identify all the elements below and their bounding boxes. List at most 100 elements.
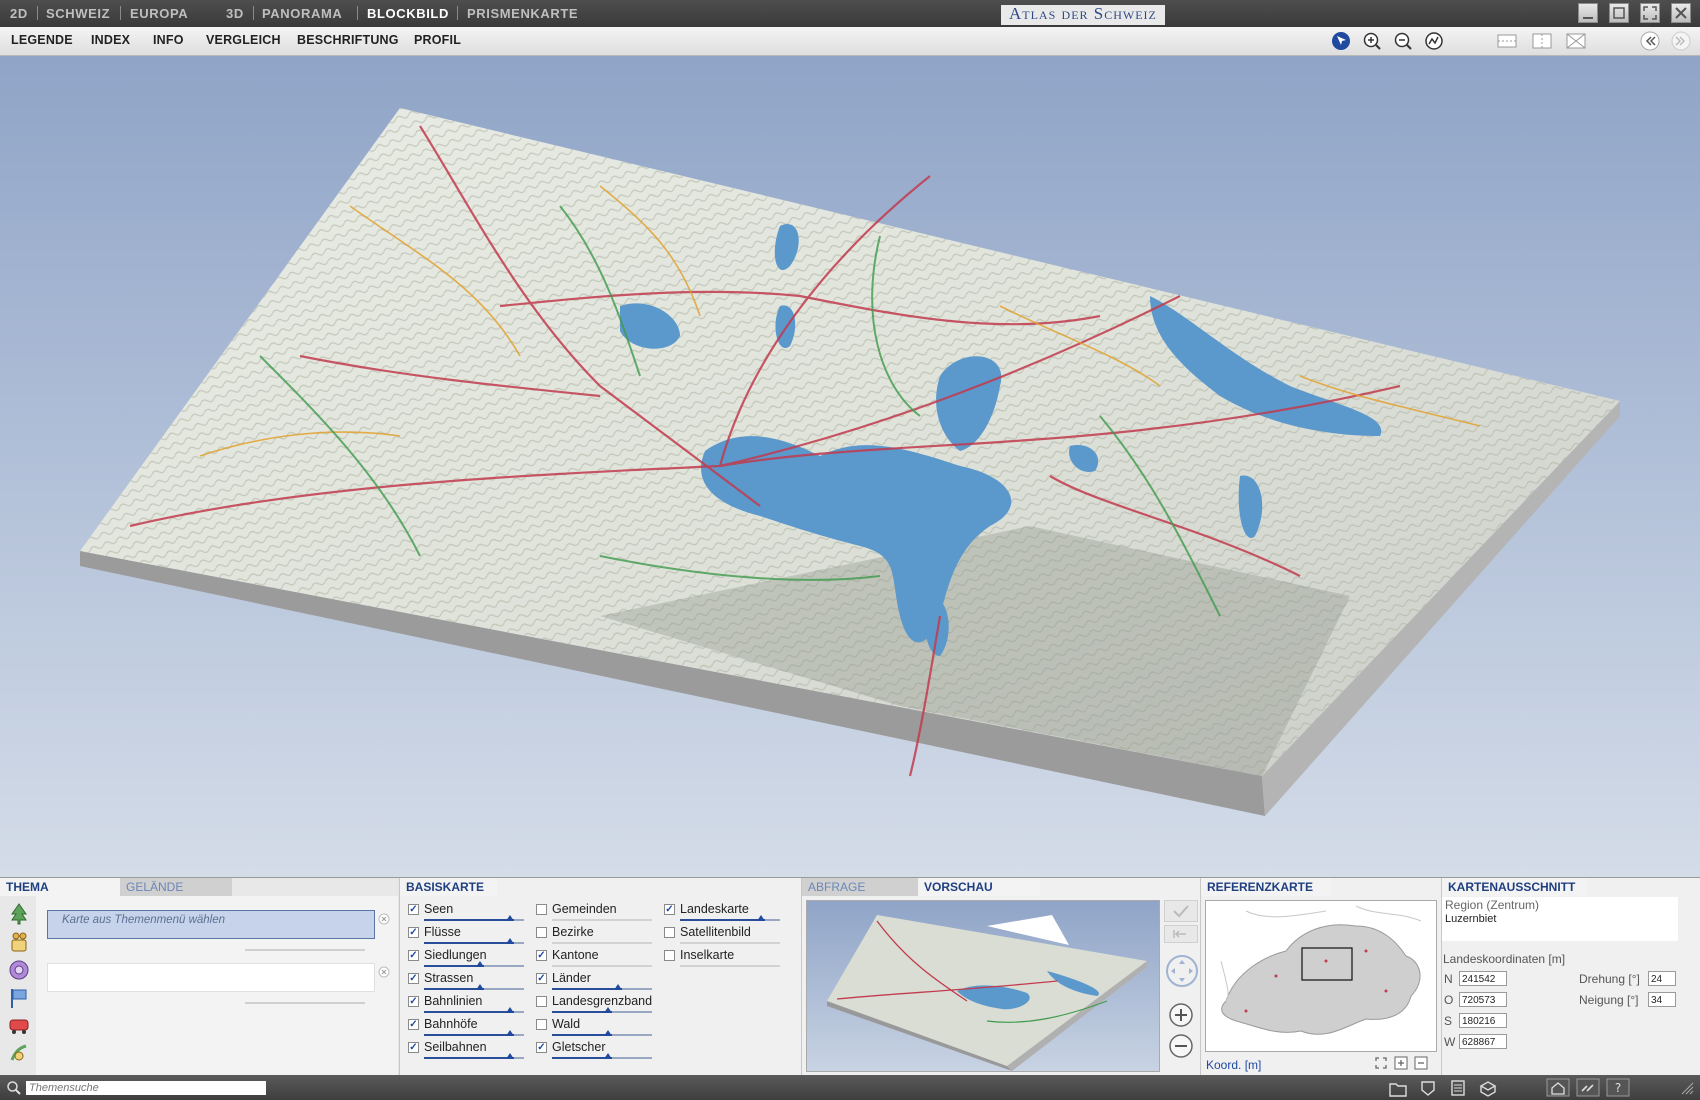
collapse-left-icon[interactable]	[1640, 31, 1660, 51]
zoom-in-icon[interactable]	[1394, 1056, 1408, 1070]
back-icon[interactable]	[1164, 925, 1198, 943]
layer-row[interactable]: Inselkarte	[664, 948, 784, 970]
menu-info[interactable]: INFO	[153, 33, 184, 47]
economy-icon[interactable]	[7, 958, 31, 982]
rotate-icon[interactable]	[1424, 31, 1444, 51]
slider-knob[interactable]	[604, 1007, 612, 1013]
slider-knob[interactable]	[506, 915, 514, 921]
slider-knob[interactable]	[506, 1053, 514, 1059]
thema-select-field-2[interactable]	[47, 963, 375, 992]
zoom-minus-icon[interactable]	[1166, 1031, 1196, 1061]
resize-grip-icon[interactable]	[1680, 1081, 1694, 1095]
layer-row[interactable]: ✓ Seilbahnen	[408, 1040, 528, 1062]
menu-legende[interactable]: LEGENDE	[11, 33, 73, 47]
tab-vorschau[interactable]: VORSCHAU	[918, 878, 1040, 896]
layer-row[interactable]: Gemeinden	[536, 902, 656, 924]
layer-row[interactable]: Landesgrenzband	[536, 994, 656, 1016]
search-input[interactable]: Themensuche	[26, 1081, 266, 1095]
home-icon[interactable]	[1546, 1078, 1570, 1097]
mode-europa[interactable]: EUROPA	[130, 6, 188, 21]
population-icon[interactable]	[7, 930, 31, 954]
menu-vergleich[interactable]: VERGLEICH	[206, 33, 281, 47]
zoom-out-icon[interactable]	[1393, 31, 1413, 51]
slider-knob[interactable]	[506, 938, 514, 944]
fullscreen-button[interactable]	[1640, 3, 1660, 23]
zoom-out-icon[interactable]	[1414, 1056, 1428, 1070]
layer-checkbox[interactable]	[536, 904, 547, 915]
layer-row[interactable]: Bezirke	[536, 925, 656, 947]
confirm-icon[interactable]	[1164, 900, 1198, 922]
layer-checkbox[interactable]	[664, 927, 675, 938]
slider-knob[interactable]	[614, 984, 622, 990]
mode-blockbild[interactable]: BLOCKBILD	[367, 6, 449, 21]
expand-right-icon[interactable]	[1671, 31, 1691, 51]
slider-knob[interactable]	[757, 915, 765, 921]
w-coordinate-field[interactable]: 628867	[1459, 1034, 1507, 1049]
layer-checkbox[interactable]: ✓	[408, 973, 419, 984]
layer-row[interactable]: ✓ Seen	[408, 902, 528, 924]
layer-row[interactable]: ✓ Gletscher	[536, 1040, 656, 1062]
transport-icon[interactable]	[7, 1014, 31, 1038]
flag-icon[interactable]	[7, 986, 31, 1010]
layer-checkbox[interactable]: ✓	[408, 927, 419, 938]
menu-index[interactable]: INDEX	[91, 33, 130, 47]
bookmark-icon[interactable]	[1416, 1078, 1440, 1097]
tab-thema[interactable]: THEMA	[0, 878, 122, 896]
layer-row[interactable]: ✓ Bahnhöfe	[408, 1017, 528, 1039]
tab-gelaende[interactable]: GELÄNDE	[120, 878, 232, 896]
layer-opacity-slider[interactable]	[552, 942, 652, 944]
reference-map[interactable]	[1205, 900, 1437, 1052]
fullscreen-icon[interactable]	[1374, 1056, 1388, 1070]
slider-knob[interactable]	[604, 1053, 612, 1059]
layer-row[interactable]: ✓ Kantone	[536, 948, 656, 970]
block-diagram[interactable]	[0, 56, 1700, 877]
layer-opacity-slider[interactable]	[552, 965, 652, 967]
link-icon[interactable]	[1576, 1078, 1600, 1097]
mode-panorama[interactable]: PANORAMA	[262, 6, 342, 21]
print-icon[interactable]	[1446, 1078, 1470, 1097]
layer-row[interactable]: Satellitenbild	[664, 925, 784, 947]
layer-checkbox[interactable]	[536, 1019, 547, 1030]
layer-checkbox[interactable]: ✓	[408, 904, 419, 915]
layer-row[interactable]: ✓ Bahnlinien	[408, 994, 528, 1016]
layer-checkbox[interactable]: ✓	[408, 1019, 419, 1030]
layer-opacity-slider[interactable]	[552, 919, 652, 921]
map-view[interactable]	[0, 56, 1700, 877]
neigung-field[interactable]: 34	[1648, 992, 1676, 1007]
drehung-field[interactable]: 24	[1648, 971, 1676, 986]
menu-beschriftung[interactable]: BESCHRIFTUNG	[297, 33, 399, 47]
clear-icon[interactable]	[378, 966, 390, 978]
s-coordinate-field[interactable]: 180216	[1459, 1013, 1507, 1028]
layer-opacity-slider[interactable]	[552, 1053, 652, 1059]
o-coordinate-field[interactable]: 720573	[1459, 992, 1507, 1007]
slider-knob[interactable]	[476, 984, 484, 990]
layer-checkbox[interactable]	[664, 950, 675, 961]
layer-checkbox[interactable]: ✓	[664, 904, 675, 915]
layer-opacity-slider[interactable]	[424, 1030, 524, 1036]
menu-profil[interactable]: PROFIL	[414, 33, 461, 47]
preview-view[interactable]	[806, 900, 1160, 1072]
close-view-icon[interactable]	[1566, 31, 1586, 51]
layer-opacity-slider[interactable]	[680, 942, 780, 944]
layer-opacity-slider[interactable]	[680, 915, 780, 921]
layer-checkbox[interactable]: ✓	[536, 973, 547, 984]
pan-icon[interactable]	[1165, 954, 1199, 988]
layer-checkbox[interactable]: ✓	[536, 1042, 547, 1053]
mode-prismenkarte[interactable]: PRISMENKARTE	[467, 6, 578, 21]
n-coordinate-field[interactable]: 241542	[1459, 971, 1507, 986]
close-button[interactable]	[1671, 3, 1691, 23]
layer-row[interactable]: ✓ Länder	[536, 971, 656, 993]
layer-checkbox[interactable]: ✓	[536, 950, 547, 961]
layer-opacity-slider[interactable]	[552, 1007, 652, 1013]
zoom-in-icon[interactable]	[1362, 31, 1382, 51]
layer-row[interactable]: ✓ Landeskarte	[664, 902, 784, 924]
layer-opacity-slider[interactable]	[424, 1053, 524, 1059]
thema-slider-1[interactable]	[245, 949, 365, 951]
restore-button[interactable]	[1609, 3, 1629, 23]
slider-knob[interactable]	[476, 961, 484, 967]
zoom-plus-icon[interactable]	[1166, 1000, 1196, 1030]
layer-opacity-slider[interactable]	[552, 1030, 652, 1036]
slider-knob[interactable]	[506, 1030, 514, 1036]
split-horizontal-icon[interactable]	[1497, 31, 1517, 51]
split-vertical-icon[interactable]	[1532, 31, 1552, 51]
